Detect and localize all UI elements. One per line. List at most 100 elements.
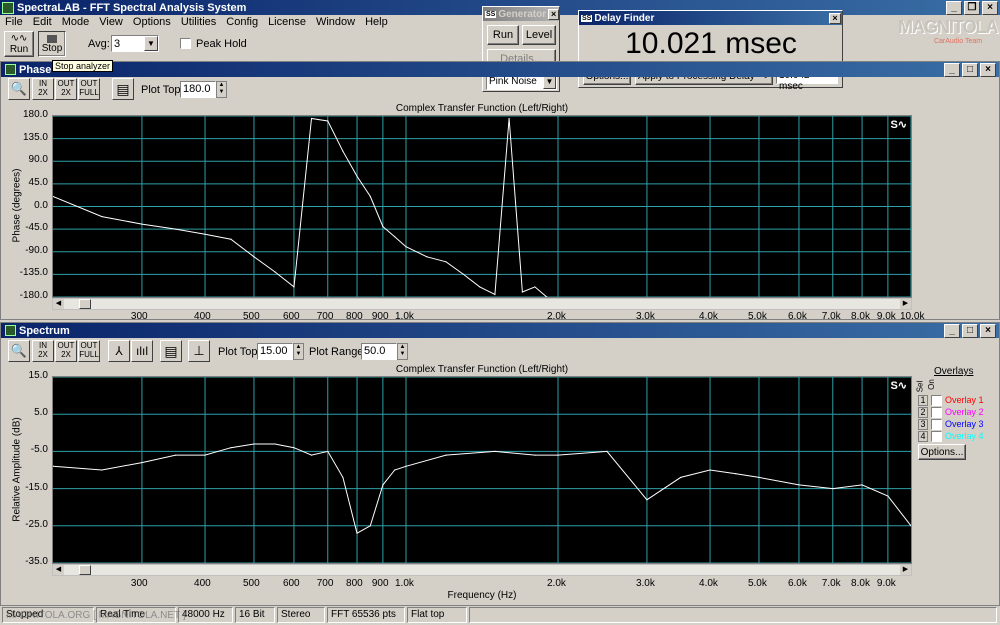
delay-value: 10.021 msec	[625, 27, 797, 60]
data-point	[230, 238, 232, 240]
phase-plot-area[interactable]: S∿	[52, 115, 912, 298]
zoom-in-2x-icon[interactable]: IN 2X	[32, 340, 54, 362]
chevron-down-icon[interactable]: ▼	[144, 36, 158, 51]
zoom-in-2x-icon[interactable]: IN 2X	[32, 78, 54, 100]
menu-config[interactable]: Config	[226, 16, 258, 28]
x-tick-label: 2.0k	[547, 578, 566, 589]
data-point	[445, 454, 447, 456]
data-point	[369, 525, 371, 527]
spectrum-maximize-button[interactable]: □	[962, 323, 978, 338]
settings-panel-icon[interactable]: ▤	[112, 78, 134, 100]
spectrum-plot-area[interactable]: S∿	[52, 376, 912, 564]
plot-range-spinner[interactable]: ▲ ▼	[397, 343, 408, 360]
scroll-thumb[interactable]	[79, 299, 91, 309]
on-header: On	[926, 379, 936, 390]
peak-hold-checkbox[interactable]	[180, 38, 191, 49]
data-point	[479, 286, 481, 288]
settings-panel-icon[interactable]: ▤	[160, 340, 182, 362]
spectrum-plot-top-spinner[interactable]: ▲ ▼	[293, 343, 304, 360]
x-tick-label: 3.0k	[635, 578, 655, 589]
overlay-row[interactable]: 2 Overlay 2	[918, 406, 984, 418]
scroll-left-icon[interactable]: ◀	[53, 565, 64, 575]
phase-plot-top-spinner[interactable]: ▲ ▼	[216, 81, 227, 98]
data-point	[405, 246, 407, 248]
spectrum-symbol-icon: S∿	[890, 380, 907, 392]
x-tick-label: 400	[194, 578, 211, 589]
scroll-left-icon[interactable]: ◀	[53, 299, 64, 309]
run-button[interactable]: ∿∿ Run	[4, 31, 34, 57]
menu-window[interactable]: Window	[316, 16, 355, 28]
phase-maximize-button[interactable]: □	[962, 62, 978, 77]
data-point	[382, 484, 384, 486]
restore-button[interactable]: ❐	[964, 0, 980, 15]
spectrum-titlebar: Spectrum _ □ ×	[1, 323, 999, 338]
overlay-row[interactable]: 3 Overlay 3	[918, 418, 984, 430]
menu-file[interactable]: File	[5, 16, 23, 28]
menu-help[interactable]: Help	[365, 16, 388, 28]
data-point	[356, 532, 358, 534]
x-tick-label: 4.0k	[699, 311, 718, 322]
scroll-right-icon[interactable]: ▶	[900, 565, 911, 575]
range-icon[interactable]: ⊥	[188, 340, 210, 362]
spectrum-minimize-button[interactable]: _	[944, 323, 960, 338]
close-button[interactable]: ×	[982, 0, 998, 15]
overlay-row[interactable]: 1 Overlay 1	[918, 394, 984, 406]
zoom-icon[interactable]: 🔍	[8, 340, 30, 362]
data-point	[204, 233, 206, 235]
phase-plot-top-input[interactable]: 180.0	[180, 81, 216, 98]
spectrum-plot-top-input[interactable]: 15.00	[257, 343, 293, 360]
data-point	[709, 469, 711, 471]
menu-edit[interactable]: Edit	[33, 16, 52, 28]
x-tick-label: 800	[346, 311, 363, 322]
data-point	[494, 293, 496, 296]
scroll-right-icon[interactable]: ▶	[900, 299, 911, 309]
overlay-checkbox[interactable]	[931, 430, 942, 442]
phase-scrollbar[interactable]: ◀ ▶	[52, 298, 912, 310]
menu-options[interactable]: Options	[133, 16, 171, 28]
plot-range-input[interactable]: 50.0	[361, 343, 397, 360]
overlay-row[interactable]: 4 Overlay 4	[918, 430, 984, 442]
generator-close-button[interactable]: ×	[548, 8, 559, 20]
avg-select[interactable]: 3 ▼	[111, 35, 159, 52]
generator-run-button[interactable]: Run	[487, 25, 519, 45]
zoom-out-2x-icon[interactable]: OUT 2X	[55, 78, 77, 100]
plot-range-label: Plot Range:	[309, 346, 367, 358]
overlay-checkbox[interactable]	[931, 418, 942, 430]
zoom-out-full-icon[interactable]: OUT FULL	[78, 78, 100, 100]
zoom-out-2x-icon[interactable]: OUT 2X	[55, 340, 77, 362]
generator-level-button[interactable]: Level	[522, 25, 556, 45]
spectrum-chart-title: Complex Transfer Function (Left/Right)	[395, 364, 569, 375]
zoom-icon[interactable]: 🔍	[8, 78, 30, 100]
data-point	[887, 495, 889, 497]
x-tick-label: 600	[282, 578, 300, 589]
x-tick-label: 6.0k	[787, 578, 807, 589]
minimize-button[interactable]: _	[946, 0, 962, 15]
menu-utilities[interactable]: Utilities	[181, 16, 216, 28]
phase-minimize-button[interactable]: _	[944, 62, 960, 77]
data-point	[426, 256, 428, 258]
overlay-checkbox[interactable]	[931, 406, 942, 418]
overlay-checkbox[interactable]	[931, 394, 942, 406]
data-point	[369, 195, 371, 198]
y-tick-label: 45.0	[28, 176, 48, 188]
spectrum-scrollbar[interactable]: ◀ ▶	[52, 564, 912, 576]
menu-license[interactable]: License	[268, 16, 306, 28]
overlays-options-button[interactable]: Options...	[918, 444, 966, 460]
status-mode: Real Time	[96, 607, 176, 623]
y-tick-label: -180.0	[19, 290, 48, 301]
line-plot-icon[interactable]: ⅄	[108, 340, 130, 362]
phase-close-button[interactable]: ×	[980, 62, 996, 77]
scroll-thumb[interactable]	[79, 565, 91, 575]
y-tick-label: 135.0	[22, 131, 48, 143]
spectrum-close-button[interactable]: ×	[980, 323, 996, 338]
bar-plot-icon[interactable]: ılıl	[131, 340, 153, 362]
zoom-out-full-icon[interactable]: OUT FULL	[78, 340, 100, 362]
menu-view[interactable]: View	[99, 16, 123, 28]
delay-close-button[interactable]: ×	[829, 12, 841, 24]
data-point	[175, 228, 177, 230]
data-point	[327, 450, 329, 452]
data-point	[494, 450, 496, 452]
x-tick-label: 1.0k	[394, 578, 414, 589]
menu-mode[interactable]: Mode	[62, 16, 90, 28]
stop-button[interactable]: Stop	[38, 31, 66, 57]
